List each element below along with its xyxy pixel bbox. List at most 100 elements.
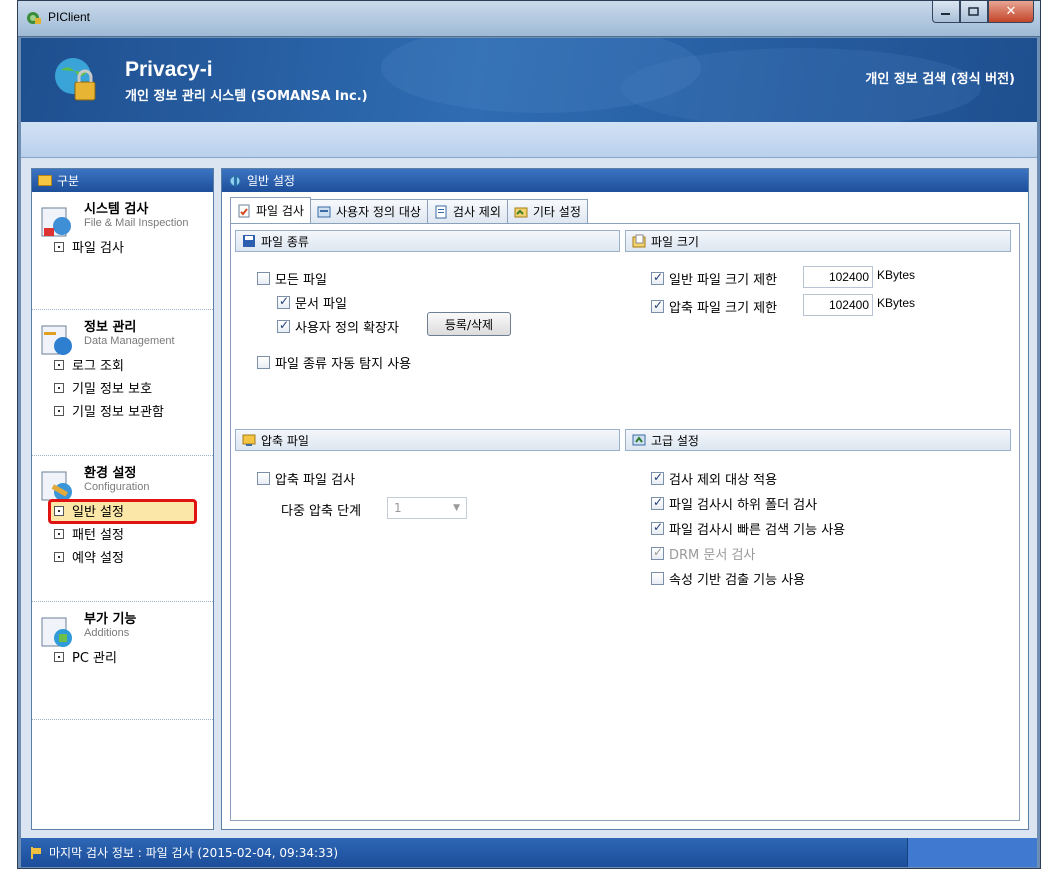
folder-icon: [38, 175, 52, 186]
group-data-management: 정보 관리 Data Management 로그 조회 기밀 정보 보호 기밀 …: [32, 310, 213, 456]
checkbox-box: [651, 270, 664, 285]
apply-exclusion-checkbox[interactable]: 검사 제외 대상 적용: [651, 469, 777, 488]
close-button[interactable]: ✕: [988, 1, 1034, 23]
close-icon: ✕: [1005, 4, 1017, 19]
group-subtitle: File & Mail Inspection: [84, 217, 189, 229]
bullet-icon: [54, 382, 64, 393]
compressed-file-icon: [242, 434, 256, 446]
bullet-icon: [54, 651, 64, 662]
normal-size-limit-input[interactable]: 102400: [803, 266, 873, 288]
app-banner: Privacy-i 개인 정보 관리 시스템 (SOMANSA Inc.) 개인…: [21, 38, 1037, 122]
tab-inspection-exclude[interactable]: 검사 제외: [426, 199, 508, 223]
bullet-icon: [54, 405, 64, 416]
list-icon: [435, 205, 447, 218]
tab-bar: 파일 검사 사용자 정의 대상 검사 제외 기타 설정: [230, 197, 588, 223]
brand-name: Privacy-i: [125, 58, 213, 81]
tab-other-settings[interactable]: 기타 설정: [506, 199, 588, 223]
document-files-checkbox[interactable]: 문서 파일: [277, 293, 347, 312]
app-window: PIClient ✕ Privacy-i 개인 정보 관리 시스템 (SOMAN…: [17, 0, 1041, 869]
all-files-checkbox[interactable]: 모든 파일: [257, 269, 327, 288]
content-area: 구분 시스템 검사 File & Mail Inspection 파일 검사 정…: [21, 158, 1037, 838]
group-title: 부가 기능: [84, 612, 137, 627]
checkbox-box: [257, 472, 270, 485]
bullet-icon: [54, 551, 64, 562]
normal-size-limit-checkbox[interactable]: 일반 파일 크기 제한: [651, 269, 777, 288]
bullet-icon: [54, 359, 64, 370]
edition-label: 개인 정보 검색 (정식 버전): [865, 72, 1015, 87]
section-advanced-header: 고급 설정: [625, 429, 1011, 451]
checkbox-box: [651, 298, 664, 313]
register-delete-button[interactable]: 등록/삭제: [427, 312, 511, 336]
inspection-icon: [41, 207, 71, 237]
settings-icon: [229, 175, 241, 186]
sidebar-item-general-settings[interactable]: 일반 설정: [38, 499, 207, 524]
group-title: 시스템 검사: [84, 202, 149, 217]
sidebar-item-schedule-settings[interactable]: 예약 설정: [38, 545, 207, 568]
bullet-icon: [54, 528, 64, 539]
sidebar-item-pattern-settings[interactable]: 패턴 설정: [38, 522, 207, 545]
user-extension-checkbox[interactable]: 사용자 정의 확장자: [277, 317, 399, 336]
drm-document-checkbox: DRM 문서 검사: [651, 544, 755, 563]
main-header: 일반 설정: [222, 169, 1028, 192]
compression-levels-label: 다중 압축 단계: [281, 504, 362, 519]
main-panel: 일반 설정 파일 검사 사용자 정의 대상 검사 제외 기타 설정 파일 종류 …: [221, 168, 1029, 830]
sidebar-header-label: 구분: [57, 174, 80, 188]
sidebar-item-confidential-protect[interactable]: 기밀 정보 보호: [38, 376, 207, 399]
main-header-label: 일반 설정: [247, 174, 295, 188]
checkbox-box: [651, 470, 664, 485]
bullet-icon: [54, 241, 64, 252]
minimize-button[interactable]: [932, 1, 960, 23]
group-subtitle: Additions: [84, 627, 130, 639]
checkbox-box: [651, 545, 664, 560]
compressed-inspect-checkbox[interactable]: 압축 파일 검사: [257, 469, 355, 488]
sidebar: 구분 시스템 검사 File & Mail Inspection 파일 검사 정…: [31, 168, 214, 830]
tab-user-defined-target[interactable]: 사용자 정의 대상: [309, 199, 428, 223]
additions-icon: [41, 617, 72, 647]
group-configuration: 환경 설정 Configuration 일반 설정 패턴 설정 예약 설정: [32, 456, 213, 602]
attribute-detection-checkbox[interactable]: 속성 기반 검출 기능 사용: [651, 569, 805, 588]
section-file-type-header: 파일 종류: [235, 230, 620, 252]
checkbox-box: [257, 356, 270, 369]
flag-icon: [31, 846, 41, 859]
compressed-size-limit-input[interactable]: 102400: [803, 294, 873, 316]
app-icon: [27, 12, 41, 24]
checkbox-box: [257, 272, 270, 285]
window-controls: ✕: [932, 1, 1034, 23]
window-title: PIClient: [48, 10, 91, 24]
status-bar-segment: [907, 838, 1037, 867]
group-system-inspection: 시스템 검사 File & Mail Inspection 파일 검사: [32, 192, 213, 310]
save-disk-icon: [243, 235, 255, 247]
sidebar-header: 구분: [32, 169, 213, 192]
sidebar-item-confidential-storage[interactable]: 기밀 정보 보관함: [38, 399, 207, 422]
lock-globe-icon: [55, 58, 96, 101]
chevron-down-icon: ▼: [453, 503, 460, 513]
status-text: 마지막 검사 정보 : 파일 검사 (2015-02-04, 09:34:33): [49, 846, 338, 860]
group-subtitle: Data Management: [84, 335, 175, 347]
data-management-icon: [41, 325, 72, 355]
subfolder-inspection-checkbox[interactable]: 파일 검사시 하위 폴더 검사: [651, 494, 817, 513]
compression-levels-select[interactable]: 1 ▼: [387, 497, 467, 519]
checkbox-box: [651, 520, 664, 535]
maximize-button[interactable]: [960, 1, 988, 23]
checkbox-box: [651, 572, 664, 585]
other-settings-icon: [514, 207, 528, 217]
normal-size-unit: KBytes: [877, 268, 916, 282]
checkbox-box: [277, 294, 290, 309]
compressed-size-limit-checkbox[interactable]: 압축 파일 크기 제한: [651, 297, 777, 316]
fast-search-checkbox[interactable]: 파일 검사시 빠른 검색 기능 사용: [651, 519, 845, 538]
section-file-size-header: 파일 크기: [625, 230, 1011, 252]
section-compressed-header: 압축 파일: [235, 429, 620, 451]
group-subtitle: Configuration: [84, 481, 150, 493]
auto-detect-checkbox[interactable]: 파일 종류 자동 탐지 사용: [257, 353, 411, 372]
status-bar: 마지막 검사 정보 : 파일 검사 (2015-02-04, 09:34:33): [21, 838, 1037, 867]
group-title: 환경 설정: [84, 466, 137, 481]
folder-doc-icon: [632, 234, 646, 248]
minimize-icon: [941, 12, 950, 15]
group-additions: 부가 기능 Additions PC 관리: [32, 602, 213, 720]
tab-file-inspection[interactable]: 파일 검사: [230, 197, 311, 223]
group-title: 정보 관리: [84, 320, 137, 335]
file-check-icon: [238, 204, 250, 217]
toolbar-strip: [21, 122, 1037, 158]
checkbox-box: [277, 318, 290, 333]
advanced-settings-icon: [632, 434, 646, 446]
